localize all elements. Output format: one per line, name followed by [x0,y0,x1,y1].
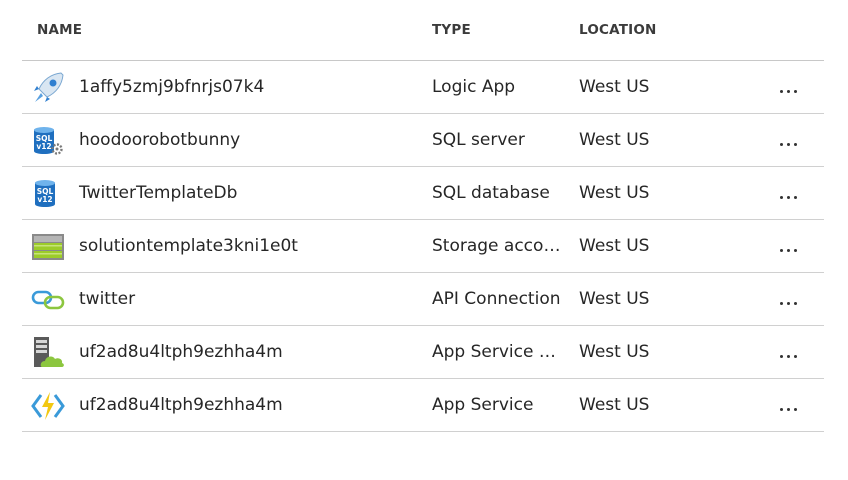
column-header-name[interactable]: NAME [37,22,82,38]
more-actions-button[interactable] [772,81,804,101]
resource-type: SQL server [432,130,525,150]
resource-name[interactable]: uf2ad8u4ltph9ezhha4m [79,342,283,362]
app-service-plan-icon [31,336,65,370]
table-row[interactable]: uf2ad8u4ltph9ezhha4m App Service West US [22,379,824,432]
resource-type: SQL database [432,183,550,203]
resource-location: West US [579,130,650,150]
resource-location: West US [579,395,650,415]
column-header-type[interactable]: TYPE [432,22,471,38]
more-actions-button[interactable] [772,187,804,207]
resource-type: Logic App [432,77,516,97]
table-row[interactable]: twitter API Connection West US [22,273,824,326]
resource-location: West US [579,183,650,203]
table-row[interactable]: SQL v12 TwitterTemplateDb SQL database W… [22,167,824,220]
resource-name[interactable]: twitter [79,289,135,309]
app-service-icon [31,389,65,423]
resource-location: West US [579,342,650,362]
resources-table: NAME TYPE LOCATION 1affy5zmj9bfnrjs07k4 … [22,0,824,432]
sql-database-icon: SQL v12 [31,177,65,211]
resource-location: West US [579,289,650,309]
more-actions-button[interactable] [772,134,804,154]
resource-name[interactable]: TwitterTemplateDb [79,183,237,203]
column-header-location[interactable]: LOCATION [579,22,657,38]
logic-app-icon [31,71,65,105]
more-actions-button[interactable] [772,399,804,419]
resource-name[interactable]: solutiontemplate3kni1e0t [79,236,298,256]
resource-location: West US [579,236,650,256]
table-row[interactable]: uf2ad8u4ltph9ezhha4m App Service plan We… [22,326,824,379]
more-actions-button[interactable] [772,240,804,260]
resource-name[interactable]: uf2ad8u4ltph9ezhha4m [79,395,283,415]
resource-type: Storage account [432,236,566,256]
table-row[interactable]: solutiontemplate3kni1e0t Storage account… [22,220,824,273]
api-connection-icon [31,283,65,317]
resource-type: App Service plan [432,342,566,362]
table-row[interactable]: SQL v12 hoodoorobotbunny SQL server West… [22,114,824,167]
resource-name[interactable]: hoodoorobotbunny [79,130,240,150]
resource-type: API Connection [432,289,561,309]
more-actions-button[interactable] [772,293,804,313]
sql-badge-version: v12 [37,195,52,204]
resource-location: West US [579,77,650,97]
more-actions-button[interactable] [772,346,804,366]
sql-server-icon: SQL v12 [31,124,65,158]
storage-account-icon [31,230,65,264]
table-header: NAME TYPE LOCATION [22,0,824,61]
resource-name[interactable]: 1affy5zmj9bfnrjs07k4 [79,77,264,97]
sql-badge-version: v12 [36,142,51,151]
resource-type: App Service [432,395,534,415]
table-row[interactable]: 1affy5zmj9bfnrjs07k4 Logic App West US [22,61,824,114]
